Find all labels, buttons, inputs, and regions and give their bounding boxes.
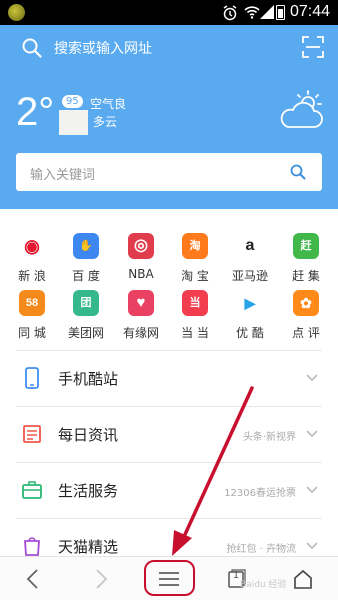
keyword-placeholder: 输入关键词 [30, 168, 96, 183]
qr-scan-icon[interactable] [302, 36, 324, 58]
chevron-down-icon[interactable] [306, 430, 318, 438]
signal-icon [260, 5, 274, 19]
section-title: 生活服务 [58, 482, 119, 500]
chevron-down-icon[interactable] [306, 542, 318, 550]
highlight-ring [144, 560, 195, 596]
wifi-icon [244, 6, 260, 19]
keyword-search-input[interactable]: 输入关键词 [16, 153, 322, 191]
alarm-icon [223, 5, 237, 21]
quick-sites-grid: ◉ 新 浪 ✋ 百 度 ◎ NBA 淘 淘 宝 a 亚马逊 赶 赶 集 58 同… [0, 225, 338, 343]
dianping-icon: ✿ [293, 290, 319, 316]
nba-ball-icon: ◎ [128, 233, 154, 259]
site-baidu[interactable]: ✋ 百 度 [58, 233, 114, 283]
youyuan-heart-icon: ♥ [128, 290, 154, 316]
section-subtitle: 抢红包 · 卉物流 [226, 544, 296, 555]
divider [16, 518, 322, 519]
site-dianping[interactable]: ✿ 点 评 [278, 290, 334, 340]
section-daily-news[interactable]: 每日资讯 头条·新视界 [0, 406, 338, 462]
baidu-paw-icon: ✋ [73, 233, 99, 259]
address-bar-placeholder: 搜索或输入网址 [54, 41, 152, 57]
chevron-down-icon[interactable] [306, 374, 318, 382]
section-mobile-sites[interactable]: 手机酷站 [0, 350, 338, 406]
tmall-bag-icon [24, 537, 40, 556]
city-redacted-block [59, 110, 88, 135]
cloudy-sun-icon [280, 90, 323, 128]
section-title: 每日资讯 [58, 426, 119, 444]
divider [16, 406, 322, 407]
home-icon [294, 569, 312, 589]
chevron-down-icon[interactable] [306, 486, 318, 494]
chevron-left-icon [26, 569, 38, 589]
taobao-icon: 淘 [182, 233, 208, 259]
section-title: 天猫精选 [58, 538, 119, 556]
chevron-right-icon [96, 569, 108, 589]
back-button[interactable] [6, 557, 62, 600]
site-label: 优 酷 [236, 326, 264, 340]
status-bar: 07:44 [0, 0, 338, 25]
site-meituan[interactable]: 团 美团网 [58, 290, 114, 340]
site-label: 亚马逊 [231, 269, 268, 283]
meituan-icon: 团 [73, 290, 99, 316]
briefcase-icon [22, 481, 42, 499]
divider [16, 462, 322, 463]
section-life-services[interactable]: 生活服务 12306春运抢票 [0, 462, 338, 518]
site-nba[interactable]: ◎ NBA [113, 233, 169, 283]
site-amazon[interactable]: a 亚马逊 [222, 233, 278, 283]
site-label: 淘 宝 [181, 269, 209, 283]
site-taobao[interactable]: 淘 淘 宝 [167, 233, 223, 283]
site-label: 当 当 [181, 326, 209, 340]
address-bar[interactable]: 搜索或输入网址 [0, 25, 338, 71]
weibo-icon: ◉ [19, 233, 45, 259]
site-label: 同 城 [18, 326, 46, 340]
site-youku[interactable]: ▶ 优 酷 [222, 290, 278, 340]
site-youyuan[interactable]: ♥ 有缘网 [113, 290, 169, 340]
news-icon [23, 425, 41, 443]
site-label: 美团网 [67, 326, 104, 340]
site-label: 有缘网 [122, 326, 159, 340]
58-tongcheng-icon: 58 [19, 290, 45, 316]
section-subtitle: 12306春运抢票 [224, 488, 296, 499]
battery-icon [276, 5, 285, 20]
site-ganji[interactable]: 赶 赶 集 [278, 233, 334, 283]
site-label: NBA [128, 267, 154, 281]
aqi-badge: 95 [62, 95, 83, 108]
search-icon[interactable] [290, 164, 306, 180]
ganji-icon: 赶 [293, 233, 319, 259]
app-notification-icon [8, 4, 25, 21]
home-header: 搜索或输入网址 2° 95 空气良 多云 输入关键词 [0, 25, 338, 209]
weather-condition: 多云 [93, 115, 118, 129]
phone-icon [25, 367, 39, 389]
forward-button[interactable] [72, 557, 128, 600]
divider [16, 350, 322, 351]
dangdang-icon: 当 [182, 290, 208, 316]
site-label: 百 度 [72, 269, 100, 283]
site-label: 新 浪 [18, 269, 46, 283]
site-58-tongcheng[interactable]: 58 同 城 [4, 290, 60, 340]
site-dangdang[interactable]: 当 当 当 [167, 290, 223, 340]
site-sina[interactable]: ◉ 新 浪 [4, 233, 60, 283]
youku-play-icon: ▶ [237, 290, 263, 316]
search-icon [22, 38, 42, 58]
amazon-icon: a [237, 233, 263, 259]
air-quality-label: 空气良 [90, 97, 127, 111]
weather-widget[interactable]: 2° 95 空气良 多云 [0, 87, 338, 147]
site-label: 点 评 [292, 326, 320, 340]
site-label: 赶 集 [292, 269, 320, 283]
status-time: 07:44 [290, 3, 331, 20]
section-subtitle: 头条·新视界 [242, 432, 296, 443]
temperature: 2° [16, 90, 55, 134]
watermark: Baidu 经验 [240, 580, 287, 590]
section-title: 手机酷站 [58, 370, 119, 388]
